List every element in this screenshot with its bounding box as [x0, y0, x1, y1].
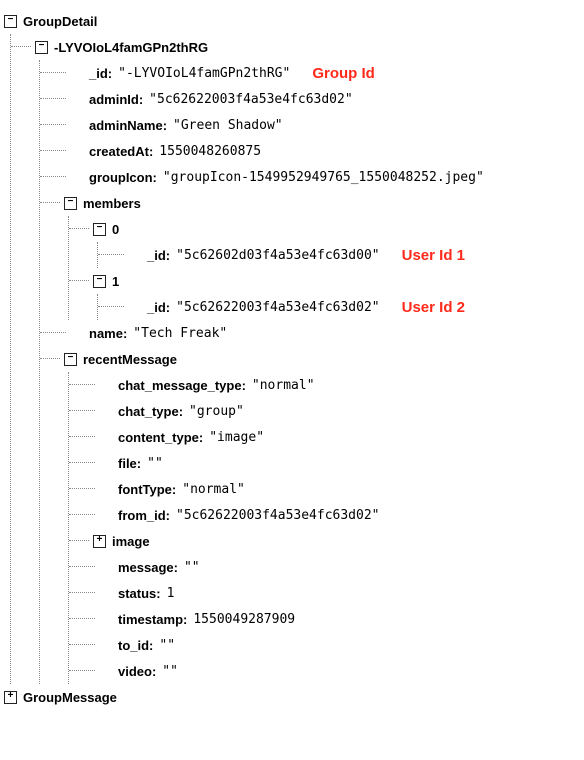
- key-file[interactable]: file:: [118, 456, 141, 471]
- val-video: "": [162, 664, 178, 679]
- node-name: name: "Tech Freak": [40, 320, 580, 346]
- key-image[interactable]: image: [112, 534, 150, 549]
- val-chatmsgtype: "normal": [252, 378, 315, 393]
- val-adminname: "Green Shadow": [173, 118, 283, 133]
- node-groupid: − -LYVOIoL4famGPn2thRG _id: "-LYVOIoL4fa…: [11, 34, 580, 684]
- node-status: status: 1: [69, 580, 580, 606]
- val-createdat: 1550048260875: [159, 144, 261, 159]
- data-tree: − GroupDetail − -LYVOIoL4famGPn2thRG: [0, 0, 584, 718]
- key-groupdetail[interactable]: GroupDetail: [23, 14, 97, 29]
- toggle-groupdetail[interactable]: −: [4, 15, 17, 28]
- key-groupid-node[interactable]: -LYVOIoL4famGPn2thRG: [54, 40, 208, 55]
- node-fonttype: fontType: "normal": [69, 476, 580, 502]
- val-fonttype: "normal": [182, 482, 245, 497]
- node-file: file: "": [69, 450, 580, 476]
- key-message[interactable]: message:: [118, 560, 178, 575]
- val-member-1-id: "5c62622003f4a53e4fc63d02": [176, 300, 380, 315]
- node-recentmessage: − recentMessage chat_message_type: "norm…: [40, 346, 580, 684]
- toggle-groupid[interactable]: −: [35, 41, 48, 54]
- node-adminid: adminId: "5c62622003f4a53e4fc63d02": [40, 86, 580, 112]
- key-adminid[interactable]: adminId:: [89, 92, 143, 107]
- val-name: "Tech Freak": [133, 326, 227, 341]
- val-message: "": [184, 560, 200, 575]
- node-contenttype: content_type: "image": [69, 424, 580, 450]
- key-groupmessage[interactable]: GroupMessage: [23, 690, 117, 705]
- key-chatmsgtype[interactable]: chat_message_type:: [118, 378, 246, 393]
- key-fonttype[interactable]: fontType:: [118, 482, 176, 497]
- toggle-image[interactable]: +: [93, 535, 106, 548]
- key-recentmessage[interactable]: recentMessage: [83, 352, 177, 367]
- node-image: + image: [69, 528, 580, 554]
- key-groupicon[interactable]: groupIcon:: [89, 170, 157, 185]
- node-groupdetail: − GroupDetail − -LYVOIoL4famGPn2thRG: [4, 8, 580, 684]
- key-chattype[interactable]: chat_type:: [118, 404, 183, 419]
- key-toid[interactable]: to_id:: [118, 638, 153, 653]
- key-member-1[interactable]: 1: [112, 274, 119, 289]
- node-members: − members − 0: [40, 190, 580, 320]
- val-groupicon: "groupIcon-1549952949765_1550048252.jpeg…: [163, 170, 484, 185]
- annotation-userid2: User Id 2: [402, 299, 465, 316]
- val-file: "": [147, 456, 163, 471]
- key-member-0[interactable]: 0: [112, 222, 119, 237]
- toggle-recentmessage[interactable]: −: [64, 353, 77, 366]
- node-timestamp: timestamp: 1550049287909: [69, 606, 580, 632]
- key-member-0-id[interactable]: _id:: [147, 248, 170, 263]
- annotation-groupid: Group Id: [312, 65, 375, 82]
- node-member-0-id: _id: "5c62602d03f4a53e4fc63d00" User Id …: [98, 242, 580, 268]
- key-video[interactable]: video:: [118, 664, 156, 679]
- key-timestamp[interactable]: timestamp:: [118, 612, 187, 627]
- key-name[interactable]: name:: [89, 326, 127, 341]
- annotation-userid1: User Id 1: [402, 247, 465, 264]
- node-chatmsgtype: chat_message_type: "normal": [69, 372, 580, 398]
- val-chattype: "group": [189, 404, 244, 419]
- val-timestamp: 1550049287909: [193, 612, 295, 627]
- node-adminname: adminName: "Green Shadow": [40, 112, 580, 138]
- node-createdat: createdAt: 1550048260875: [40, 138, 580, 164]
- node-fromid: from_id: "5c62622003f4a53e4fc63d02": [69, 502, 580, 528]
- val-id: "-LYVOIoL4famGPn2thRG": [118, 66, 290, 81]
- val-status: 1: [167, 586, 175, 601]
- node-toid: to_id: "": [69, 632, 580, 658]
- toggle-groupmessage[interactable]: +: [4, 691, 17, 704]
- toggle-member-0[interactable]: −: [93, 223, 106, 236]
- key-contenttype[interactable]: content_type:: [118, 430, 203, 445]
- val-adminid: "5c62622003f4a53e4fc63d02": [149, 92, 353, 107]
- node-member-1: − 1 _id: "5c626220: [69, 268, 580, 320]
- node-member-1-id: _id: "5c62622003f4a53e4fc63d02" User Id …: [98, 294, 580, 320]
- key-member-1-id[interactable]: _id:: [147, 300, 170, 315]
- node-id: _id: "-LYVOIoL4famGPn2thRG" Group Id: [40, 60, 580, 86]
- key-members[interactable]: members: [83, 196, 141, 211]
- toggle-member-1[interactable]: −: [93, 275, 106, 288]
- node-member-0: − 0 _id: "5c62602d: [69, 216, 580, 268]
- toggle-members[interactable]: −: [64, 197, 77, 210]
- val-contenttype: "image": [209, 430, 264, 445]
- key-fromid[interactable]: from_id:: [118, 508, 170, 523]
- node-chattype: chat_type: "group": [69, 398, 580, 424]
- node-video: video: "": [69, 658, 580, 684]
- key-createdat[interactable]: createdAt:: [89, 144, 153, 159]
- key-status[interactable]: status:: [118, 586, 161, 601]
- node-groupicon: groupIcon: "groupIcon-1549952949765_1550…: [40, 164, 580, 190]
- node-message: message: "": [69, 554, 580, 580]
- val-fromid: "5c62622003f4a53e4fc63d02": [176, 508, 380, 523]
- val-toid: "": [159, 638, 175, 653]
- key-id[interactable]: _id:: [89, 66, 112, 81]
- node-groupmessage: + GroupMessage: [4, 684, 580, 710]
- val-member-0-id: "5c62602d03f4a53e4fc63d00": [176, 248, 380, 263]
- key-adminname[interactable]: adminName:: [89, 118, 167, 133]
